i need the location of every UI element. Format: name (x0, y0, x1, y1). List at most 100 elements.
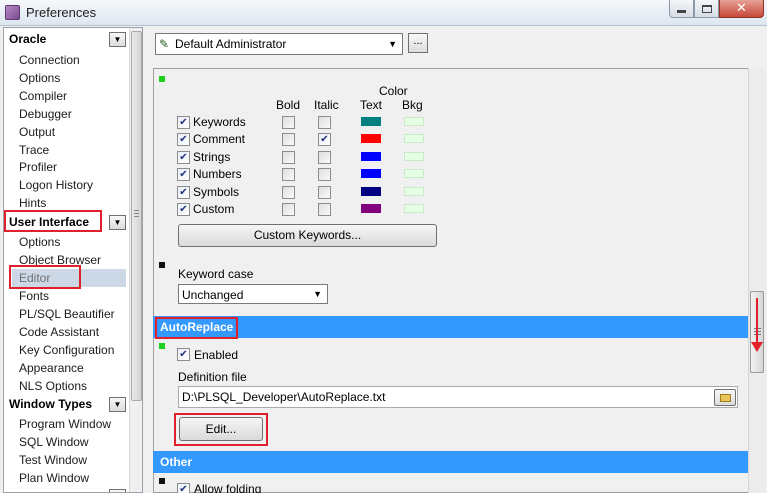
content-scrollbar[interactable] (748, 68, 765, 493)
sidebar-item-output[interactable]: Output (18, 123, 126, 141)
syntax-enabled-checkbox-strings[interactable]: ✔ (177, 151, 190, 164)
sidebar-item-plsql-beautifier[interactable]: PL/SQL Beautifier (18, 305, 126, 323)
syntax-label-comment: Comment (193, 132, 246, 146)
custom-keywords-button[interactable]: Custom Keywords... (178, 224, 437, 247)
syntax-bkg-color-strings[interactable] (404, 152, 424, 161)
preferences-sidebar: Oracle ▼ Connection Options Compiler Deb… (3, 27, 143, 493)
profile-more-button[interactable]: ... (408, 33, 428, 53)
allow-folding-label: Allow folding (194, 482, 262, 493)
sidebar-section-label: Oracle (9, 32, 47, 46)
syntax-bold-checkbox-numbers[interactable] (282, 168, 295, 181)
keyword-case-label: Keyword case (178, 267, 254, 281)
sidebar-item-program-window[interactable]: Program Window (18, 415, 126, 433)
section-header-autoreplace: AutoReplace (153, 316, 748, 338)
definition-file-label: Definition file (178, 370, 247, 384)
minimize-icon (677, 10, 686, 13)
syntax-bold-checkbox-keywords[interactable] (282, 116, 295, 129)
sidebar-item-compiler[interactable]: Compiler (18, 87, 126, 105)
chevron-down-icon[interactable]: ▼ (109, 32, 126, 47)
syntax-text-color-comment[interactable] (361, 134, 381, 143)
user-profile-icon: ✎ (159, 37, 170, 51)
definition-file-input[interactable]: D:\PLSQL_Developer\AutoReplace.txt (178, 386, 738, 408)
profile-value: Default Administrator (175, 37, 287, 51)
app-icon (5, 5, 20, 20)
sidebar-item-options[interactable]: Options (18, 69, 126, 87)
allow-folding-checkbox[interactable]: ✔ (177, 483, 190, 493)
title-bar: Preferences ✕ (0, 0, 767, 26)
keyword-case-value: Unchanged (182, 288, 244, 302)
sidebar-section-oracle[interactable]: Oracle ▼ (6, 31, 128, 48)
annotation-arrow (756, 298, 758, 348)
syntax-label-strings: Strings (193, 150, 231, 164)
sidebar-item-sql-window[interactable]: SQL Window (18, 433, 126, 451)
syntax-italic-checkbox-numbers[interactable] (318, 168, 331, 181)
sidebar-item-trace[interactable]: Trace (18, 141, 126, 159)
syntax-text-color-symbols[interactable] (361, 187, 381, 196)
close-button[interactable]: ✕ (719, 0, 764, 18)
profile-select[interactable]: ✎ Default Administrator ▼ (155, 33, 403, 55)
sidebar-item-ui-options[interactable]: Options (18, 233, 126, 251)
sidebar-item-connection[interactable]: Connection (18, 51, 126, 69)
syntax-enabled-checkbox-custom[interactable]: ✔ (177, 203, 190, 216)
sidebar-item-code-assistant[interactable]: Code Assistant (18, 323, 126, 341)
chevron-down-icon[interactable]: ▼ (109, 397, 126, 412)
folder-icon (720, 394, 731, 402)
syntax-text-color-custom[interactable] (361, 204, 381, 213)
sidebar-scroll-thumb[interactable] (131, 31, 142, 401)
chevron-down-icon: ▼ (388, 39, 397, 49)
syntax-enabled-checkbox-comment[interactable]: ✔ (177, 133, 190, 146)
header-text: Text (360, 98, 383, 112)
keyword-case-select[interactable]: Unchanged ▼ (178, 284, 328, 304)
syntax-italic-checkbox-custom[interactable] (318, 203, 331, 216)
syntax-bkg-color-numbers[interactable] (404, 169, 424, 178)
window-title: Preferences (26, 5, 97, 20)
autoreplace-enabled-checkbox[interactable]: ✔ (177, 348, 190, 361)
header-bkg: Bkg (402, 98, 423, 112)
sidebar-item-key-configuration[interactable]: Key Configuration (18, 341, 126, 359)
autoreplace-enabled-label: Enabled (194, 348, 239, 362)
syntax-bold-checkbox-strings[interactable] (282, 151, 295, 164)
syntax-text-color-strings[interactable] (361, 152, 381, 161)
syntax-enabled-checkbox-symbols[interactable]: ✔ (177, 186, 190, 199)
section-title-other: Other (160, 455, 193, 469)
chevron-down-icon: ▼ (313, 289, 322, 299)
minimize-button[interactable] (669, 0, 694, 18)
maximize-icon (701, 4, 712, 13)
sidebar-item-test-window[interactable]: Test Window (18, 451, 126, 469)
sidebar-item-fonts[interactable]: Fonts (18, 287, 126, 305)
syntax-bold-checkbox-symbols[interactable] (282, 186, 295, 199)
sidebar-scrollbar[interactable] (129, 28, 142, 492)
syntax-italic-checkbox-strings[interactable] (318, 151, 331, 164)
syntax-bkg-color-comment[interactable] (404, 134, 424, 143)
chevron-down-icon[interactable]: ▼ (109, 215, 126, 230)
syntax-italic-checkbox-symbols[interactable] (318, 186, 331, 199)
sidebar-item-appearance[interactable]: Appearance (18, 359, 126, 377)
sidebar-section-more[interactable]: ▼ (6, 488, 128, 492)
highlight-user-interface (4, 210, 102, 232)
syntax-bkg-color-keywords[interactable] (404, 117, 424, 126)
sidebar-item-plan-window[interactable]: Plan Window (18, 469, 126, 487)
browse-folder-button[interactable] (714, 389, 736, 406)
maximize-button[interactable] (694, 0, 719, 18)
highlight-autoreplace (155, 317, 238, 339)
syntax-italic-checkbox-comment[interactable]: ✔ (318, 133, 331, 146)
section-marker-black (159, 478, 165, 484)
sidebar-item-nls-options[interactable]: NLS Options (18, 377, 126, 395)
syntax-italic-checkbox-keywords[interactable] (318, 116, 331, 129)
syntax-enabled-checkbox-numbers[interactable]: ✔ (177, 168, 190, 181)
sidebar-item-debugger[interactable]: Debugger (18, 105, 126, 123)
syntax-label-custom: Custom (193, 202, 235, 216)
syntax-enabled-checkbox-keywords[interactable]: ✔ (177, 116, 190, 129)
syntax-bold-checkbox-custom[interactable] (282, 203, 295, 216)
section-marker-green (159, 76, 165, 82)
syntax-text-color-keywords[interactable] (361, 117, 381, 126)
syntax-label-numbers: Numbers (193, 167, 242, 181)
sidebar-section-window-types[interactable]: Window Types ▼ (6, 396, 128, 413)
chevron-down-icon[interactable]: ▼ (109, 489, 126, 492)
syntax-bkg-color-symbols[interactable] (404, 187, 424, 196)
sidebar-item-profiler[interactable]: Profiler (18, 158, 126, 176)
syntax-bkg-color-custom[interactable] (404, 204, 424, 213)
syntax-bold-checkbox-comment[interactable] (282, 133, 295, 146)
sidebar-item-logon-history[interactable]: Logon History (18, 176, 126, 194)
syntax-text-color-numbers[interactable] (361, 169, 381, 178)
